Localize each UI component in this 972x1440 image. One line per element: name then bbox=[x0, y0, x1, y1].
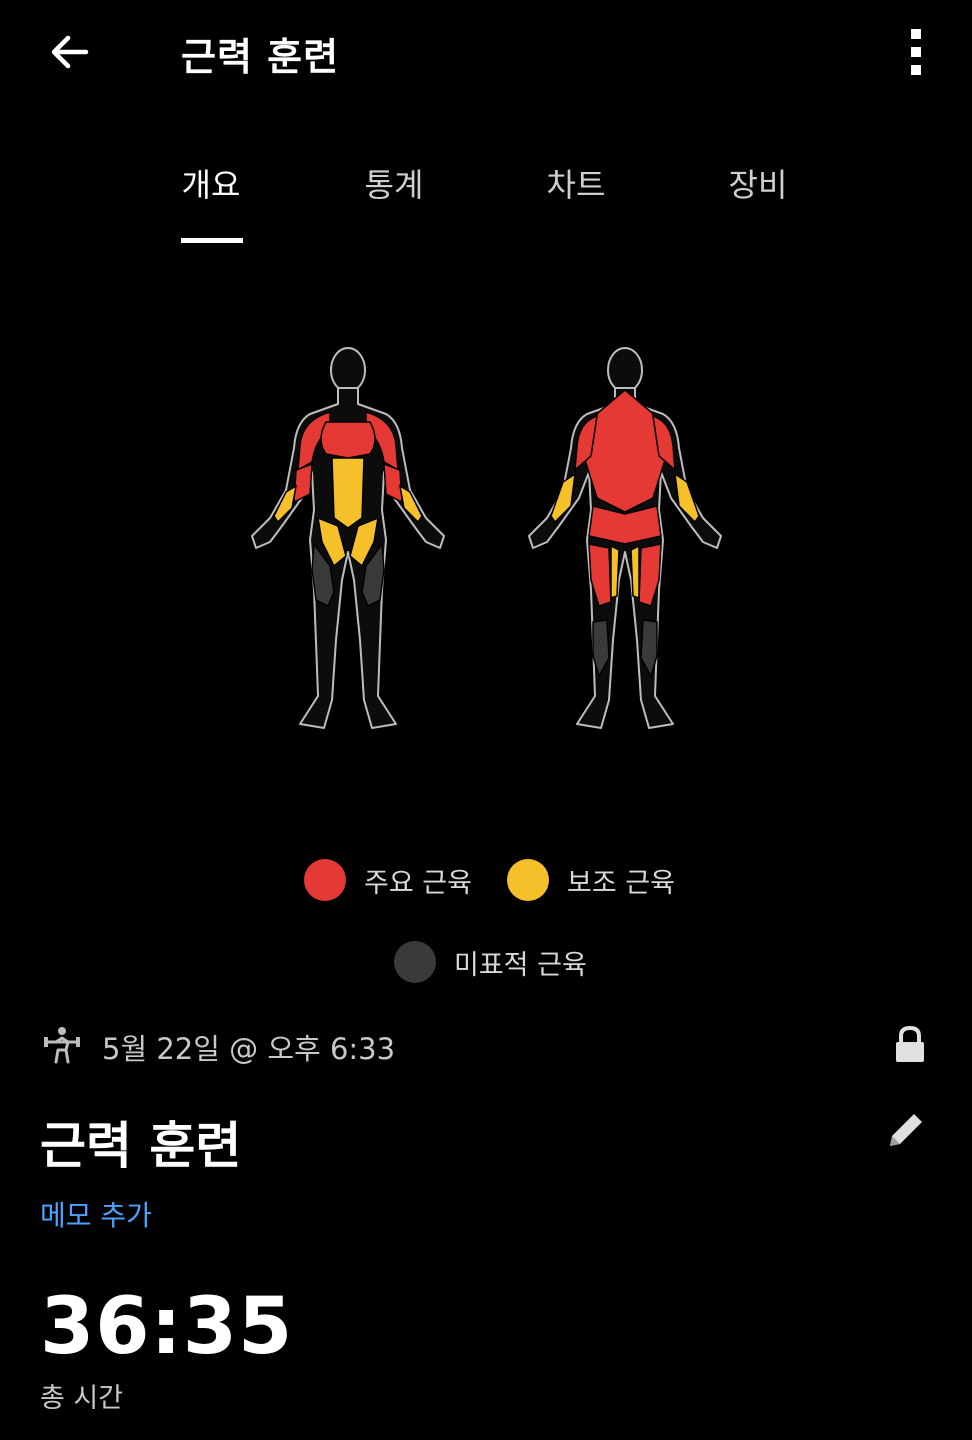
front-chest bbox=[320, 421, 376, 459]
legend-primary-muscle: 주요 근육 bbox=[304, 859, 472, 901]
total-time-value: 36:35 bbox=[40, 1282, 294, 1372]
front-body-figure bbox=[251, 347, 445, 729]
back-left-inner-thigh bbox=[610, 544, 620, 600]
front-abs bbox=[331, 457, 365, 529]
app-root: 근력 훈련 개요 통계 차트 장비 주요 근육 보조 근육 미표적 근육 5월 … bbox=[0, 0, 972, 1440]
page-title: 근력 훈련 bbox=[181, 35, 340, 79]
lock-icon[interactable] bbox=[892, 1024, 928, 1064]
tab-active-indicator bbox=[181, 238, 243, 243]
pencil-icon[interactable] bbox=[882, 1106, 930, 1154]
back-right-inner-thigh bbox=[630, 544, 640, 600]
back-traps-lats bbox=[584, 389, 666, 513]
legend-label: 주요 근육 bbox=[364, 867, 472, 899]
tab-equipment[interactable]: 장비 bbox=[698, 160, 818, 206]
arrow-left-icon bbox=[51, 35, 89, 69]
activity-datetime: 5월 22일 @ 오후 6:33 bbox=[102, 1032, 396, 1066]
front-left-bicep bbox=[293, 462, 313, 504]
more-options-button[interactable] bbox=[894, 22, 938, 82]
primary-muscle-dot bbox=[304, 859, 346, 901]
secondary-muscle-dot bbox=[507, 859, 549, 901]
more-vertical-icon bbox=[911, 29, 921, 75]
tab-bar: 개요 통계 차트 장비 bbox=[0, 150, 972, 250]
legend-untargeted-muscle: 미표적 근육 bbox=[394, 941, 587, 983]
back-right-forearm bbox=[674, 472, 700, 524]
add-memo-link[interactable]: 메모 추가 bbox=[40, 1194, 152, 1234]
tab-stats[interactable]: 통계 bbox=[334, 160, 454, 206]
legend-secondary-muscle: 보조 근육 bbox=[507, 859, 675, 901]
tab-charts[interactable]: 차트 bbox=[516, 160, 636, 206]
untargeted-muscle-dot bbox=[394, 941, 436, 983]
muscle-map bbox=[251, 347, 722, 729]
total-time-label: 총 시간 bbox=[40, 1383, 124, 1414]
app-header: 근력 훈련 bbox=[0, 0, 972, 110]
strength-training-icon bbox=[44, 1027, 80, 1064]
back-button[interactable] bbox=[42, 24, 98, 80]
activity-meta-row: 5월 22일 @ 오후 6:33 bbox=[40, 1020, 932, 1070]
back-body-figure bbox=[528, 347, 722, 729]
legend-label: 미표적 근육 bbox=[454, 949, 587, 981]
back-left-forearm bbox=[550, 472, 576, 524]
workout-title: 근력 훈련 bbox=[40, 1117, 242, 1175]
front-right-bicep bbox=[383, 462, 403, 504]
legend-label: 보조 근육 bbox=[567, 867, 675, 899]
tab-overview[interactable]: 개요 bbox=[151, 160, 271, 206]
